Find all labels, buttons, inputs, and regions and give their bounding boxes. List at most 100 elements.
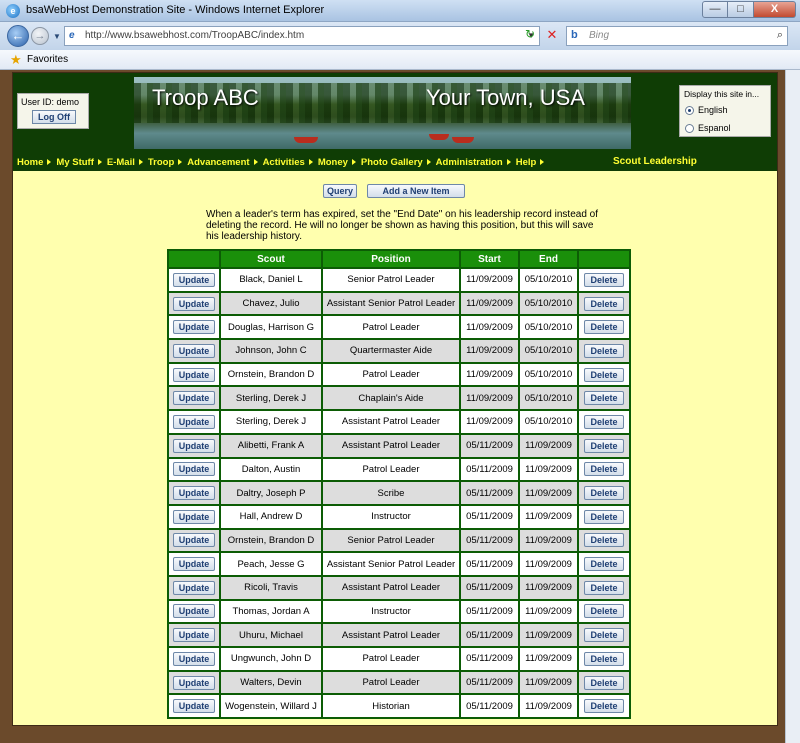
table-row: Update Thomas, Jordan A Instructor 05/11/20… xyxy=(167,598,631,625)
window-title: bsaWebHost Demonstration Site - Windows … xyxy=(26,4,325,16)
update-button[interactable]: Update xyxy=(173,699,215,714)
update-button[interactable]: Update xyxy=(173,604,215,619)
query-button[interactable]: Query xyxy=(323,184,357,198)
delete-button[interactable]: Delete xyxy=(584,651,624,666)
end-date-cell: 11/09/2009 xyxy=(518,527,579,554)
english-label[interactable]: English xyxy=(698,105,728,115)
delete-button[interactable]: Delete xyxy=(584,628,624,643)
search-input[interactable]: Bing xyxy=(589,30,609,41)
update-button[interactable]: Update xyxy=(173,391,215,406)
vertical-scrollbar[interactable] xyxy=(785,70,800,743)
section-title: Scout Leadership xyxy=(613,156,697,167)
refresh-icon[interactable]: ↻ xyxy=(522,27,538,43)
search-box[interactable]: b Bing ⌕ xyxy=(566,26,788,46)
add-new-item-button[interactable]: Add a New Item xyxy=(367,184,465,198)
delete-cell: Delete xyxy=(577,693,631,720)
update-button[interactable]: Update xyxy=(173,486,215,501)
english-radio[interactable] xyxy=(685,106,694,115)
end-date-cell: 05/10/2010 xyxy=(518,290,579,317)
menu-item-administration[interactable]: Administration xyxy=(432,157,507,168)
favorites-star-icon[interactable]: ★ xyxy=(10,52,22,68)
update-button[interactable]: Update xyxy=(173,343,215,358)
delete-button[interactable]: Delete xyxy=(584,675,624,690)
update-button[interactable]: Update xyxy=(173,651,215,666)
spanish-radio[interactable] xyxy=(685,124,694,133)
back-arrow-icon[interactable]: ← xyxy=(7,25,29,47)
update-button[interactable]: Update xyxy=(173,628,215,643)
table-row: Update Walters, Devin Patrol Leader 05/11/2… xyxy=(167,669,631,696)
delete-button[interactable]: Delete xyxy=(584,414,624,429)
forward-arrow-icon[interactable]: → xyxy=(31,27,49,45)
update-button[interactable]: Update xyxy=(173,414,215,429)
delete-button[interactable]: Delete xyxy=(584,296,624,311)
update-button[interactable]: Update xyxy=(173,462,215,477)
position-cell: Patrol Leader xyxy=(321,361,461,388)
login-box: User ID: demo Log Off xyxy=(17,93,89,129)
delete-cell: Delete xyxy=(577,574,631,601)
delete-button[interactable]: Delete xyxy=(584,533,624,548)
logoff-button[interactable]: Log Off xyxy=(32,110,76,124)
favorites-button[interactable]: Favorites xyxy=(27,54,68,65)
address-bar[interactable]: e http://www.bsawebhost.com/TroopABC/ind… xyxy=(64,26,540,46)
delete-button[interactable]: Delete xyxy=(584,604,624,619)
maximize-button[interactable]: □ xyxy=(728,1,754,18)
header-scout: Scout xyxy=(219,249,323,269)
delete-button[interactable]: Delete xyxy=(584,699,624,714)
position-cell: Assistant Patrol Leader xyxy=(321,574,461,601)
delete-button[interactable]: Delete xyxy=(584,580,624,595)
stop-icon[interactable]: ✕ xyxy=(544,27,560,43)
update-button[interactable]: Update xyxy=(173,438,215,453)
header-delete-col xyxy=(577,249,631,269)
delete-button[interactable]: Delete xyxy=(584,343,624,358)
update-cell: Update xyxy=(167,693,221,720)
delete-button[interactable]: Delete xyxy=(584,391,624,406)
canoe-icon xyxy=(452,137,474,143)
update-button[interactable]: Update xyxy=(173,557,215,572)
delete-button[interactable]: Delete xyxy=(584,320,624,335)
address-text[interactable]: http://www.bsawebhost.com/TroopABC/index… xyxy=(85,30,304,41)
update-cell: Update xyxy=(167,646,221,672)
menu-item-troop[interactable]: Troop xyxy=(144,157,178,168)
delete-cell: Delete xyxy=(577,314,631,341)
update-cell: Update xyxy=(167,622,221,648)
update-button[interactable]: Update xyxy=(173,296,215,311)
update-button[interactable]: Update xyxy=(173,533,215,548)
menu-item-e-mail[interactable]: E-Mail xyxy=(103,157,139,168)
update-button[interactable]: Update xyxy=(173,580,215,595)
menu-item-advancement[interactable]: Advancement xyxy=(183,157,253,168)
start-date-cell: 05/11/2009 xyxy=(459,693,520,720)
spanish-label[interactable]: Espanol xyxy=(698,123,731,133)
menu-item-money[interactable]: Money xyxy=(314,157,352,168)
delete-button[interactable]: Delete xyxy=(584,509,624,524)
delete-button[interactable]: Delete xyxy=(584,272,624,287)
update-button[interactable]: Update xyxy=(173,675,215,690)
search-icon[interactable]: ⌕ xyxy=(777,29,783,42)
scout-cell: Sterling, Derek J xyxy=(219,409,323,435)
menu-item-activities[interactable]: Activities xyxy=(259,157,309,168)
scout-cell: Wogenstein, Willard J xyxy=(219,693,323,720)
update-button[interactable]: Update xyxy=(173,272,215,287)
table-row: Update Douglas, Harrison G Patrol Leader 11… xyxy=(167,314,631,341)
delete-button[interactable]: Delete xyxy=(584,462,624,477)
start-date-cell: 11/09/2009 xyxy=(459,267,520,293)
header-position: Position xyxy=(321,249,461,269)
header-update-col xyxy=(167,249,221,269)
close-button[interactable]: X xyxy=(754,1,796,18)
menu-item-help[interactable]: Help xyxy=(512,157,541,168)
history-dropdown-icon[interactable]: ▼ xyxy=(53,32,61,41)
menu-item-home[interactable]: Home xyxy=(13,157,47,168)
delete-button[interactable]: Delete xyxy=(584,367,624,382)
table-row: Update Ricoli, Travis Assistant Patrol Lea… xyxy=(167,574,631,601)
menu-item-my-stuff[interactable]: My Stuff xyxy=(52,157,97,168)
update-button[interactable]: Update xyxy=(173,367,215,382)
delete-button[interactable]: Delete xyxy=(584,486,624,501)
scout-cell: Johnson, John C xyxy=(219,338,323,364)
update-button[interactable]: Update xyxy=(173,320,215,335)
delete-button[interactable]: Delete xyxy=(584,438,624,453)
menu-item-photo-gallery[interactable]: Photo Gallery xyxy=(357,157,427,168)
position-cell: Patrol Leader xyxy=(321,456,461,483)
delete-button[interactable]: Delete xyxy=(584,557,624,572)
update-button[interactable]: Update xyxy=(173,509,215,524)
minimize-button[interactable]: — xyxy=(702,1,728,18)
start-date-cell: 11/09/2009 xyxy=(459,338,520,364)
